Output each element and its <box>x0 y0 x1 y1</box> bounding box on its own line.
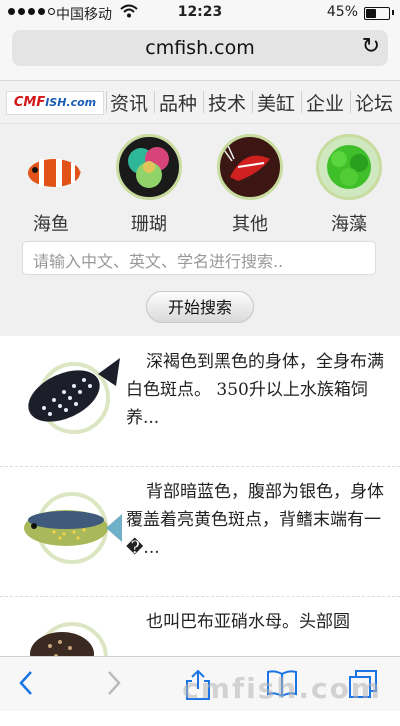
site-logo[interactable]: CMFISH.com <box>6 91 104 115</box>
list-item-text: 深褐色到黑色的身体，全身布满白色斑点。 350升以上水族箱饲养... <box>126 352 384 428</box>
search-button[interactable]: 开始搜索 <box>146 291 254 323</box>
browser-chrome: 中国移动 12:23 45% cmfish.com ↻ <box>0 0 400 81</box>
nav-divider <box>154 91 155 113</box>
nav-item-tanks[interactable]: 美缸 <box>257 89 295 116</box>
category-label: 海藻 <box>331 214 367 235</box>
search-input[interactable]: 请输入中文、英文、学名进行搜索.. <box>22 241 376 275</box>
nav-divider <box>252 91 253 113</box>
nav-divider <box>203 91 204 113</box>
category-marine-fish[interactable]: 海鱼 <box>6 134 96 236</box>
battery-icon <box>364 7 390 20</box>
category-coral[interactable]: 珊瑚 <box>104 134 194 236</box>
nav-divider <box>350 91 351 113</box>
fish-thumbnail <box>14 346 124 446</box>
nav-item-companies[interactable]: 企业 <box>306 89 344 116</box>
shrimp-icon <box>217 134 283 200</box>
status-bar: 中国移动 12:23 45% <box>0 0 400 26</box>
nav-item-species[interactable]: 品种 <box>159 89 197 116</box>
reload-icon[interactable]: ↻ <box>362 34 380 59</box>
site-nav: CMFISH.com 资讯 品种 技术 美缸 企业 论坛 <box>0 81 400 124</box>
coral-icon <box>116 134 182 200</box>
list-item-text: 也叫巴布亚硝水母。头部圆 <box>146 612 350 632</box>
category-label: 海鱼 <box>33 214 69 235</box>
nav-divider <box>301 91 302 113</box>
list-item[interactable]: 深褐色到黑色的身体，全身布满白色斑点。 350升以上水族箱饲养... <box>0 336 400 467</box>
nav-item-tech[interactable]: 技术 <box>208 89 246 116</box>
forward-icon[interactable] <box>106 669 122 704</box>
nav-item-news[interactable]: 资讯 <box>110 89 148 116</box>
seaweed-icon <box>316 134 382 200</box>
fish-thumbnail <box>14 476 124 576</box>
category-seaweed[interactable]: 海藻 <box>304 134 394 236</box>
list-item-text: 背部暗蓝色，腹部为银色，身体覆盖着亮黄色斑点，背鳍末端有一�... <box>126 482 384 558</box>
battery-percent: 45% <box>326 4 358 20</box>
clownfish-icon <box>18 134 84 200</box>
category-label: 其他 <box>232 214 268 235</box>
address-bar[interactable]: cmfish.com ↻ <box>12 30 388 66</box>
category-label: 珊瑚 <box>131 214 167 235</box>
nav-divider <box>106 91 107 113</box>
url-text: cmfish.com <box>145 37 255 59</box>
nav-item-forum[interactable]: 论坛 <box>355 89 393 116</box>
back-icon[interactable] <box>18 669 34 704</box>
category-other[interactable]: 其他 <box>205 134 295 236</box>
battery-tip <box>392 10 394 15</box>
list-item[interactable]: 背部暗蓝色，腹部为银色，身体覆盖着亮黄色斑点，背鳍末端有一�... <box>0 466 400 597</box>
site-watermark: cmfish.com <box>182 672 382 705</box>
category-panel: 海鱼 珊瑚 其他 海藻 请输入中文、英文、学名进行搜索.. 开始搜索 <box>0 124 400 336</box>
